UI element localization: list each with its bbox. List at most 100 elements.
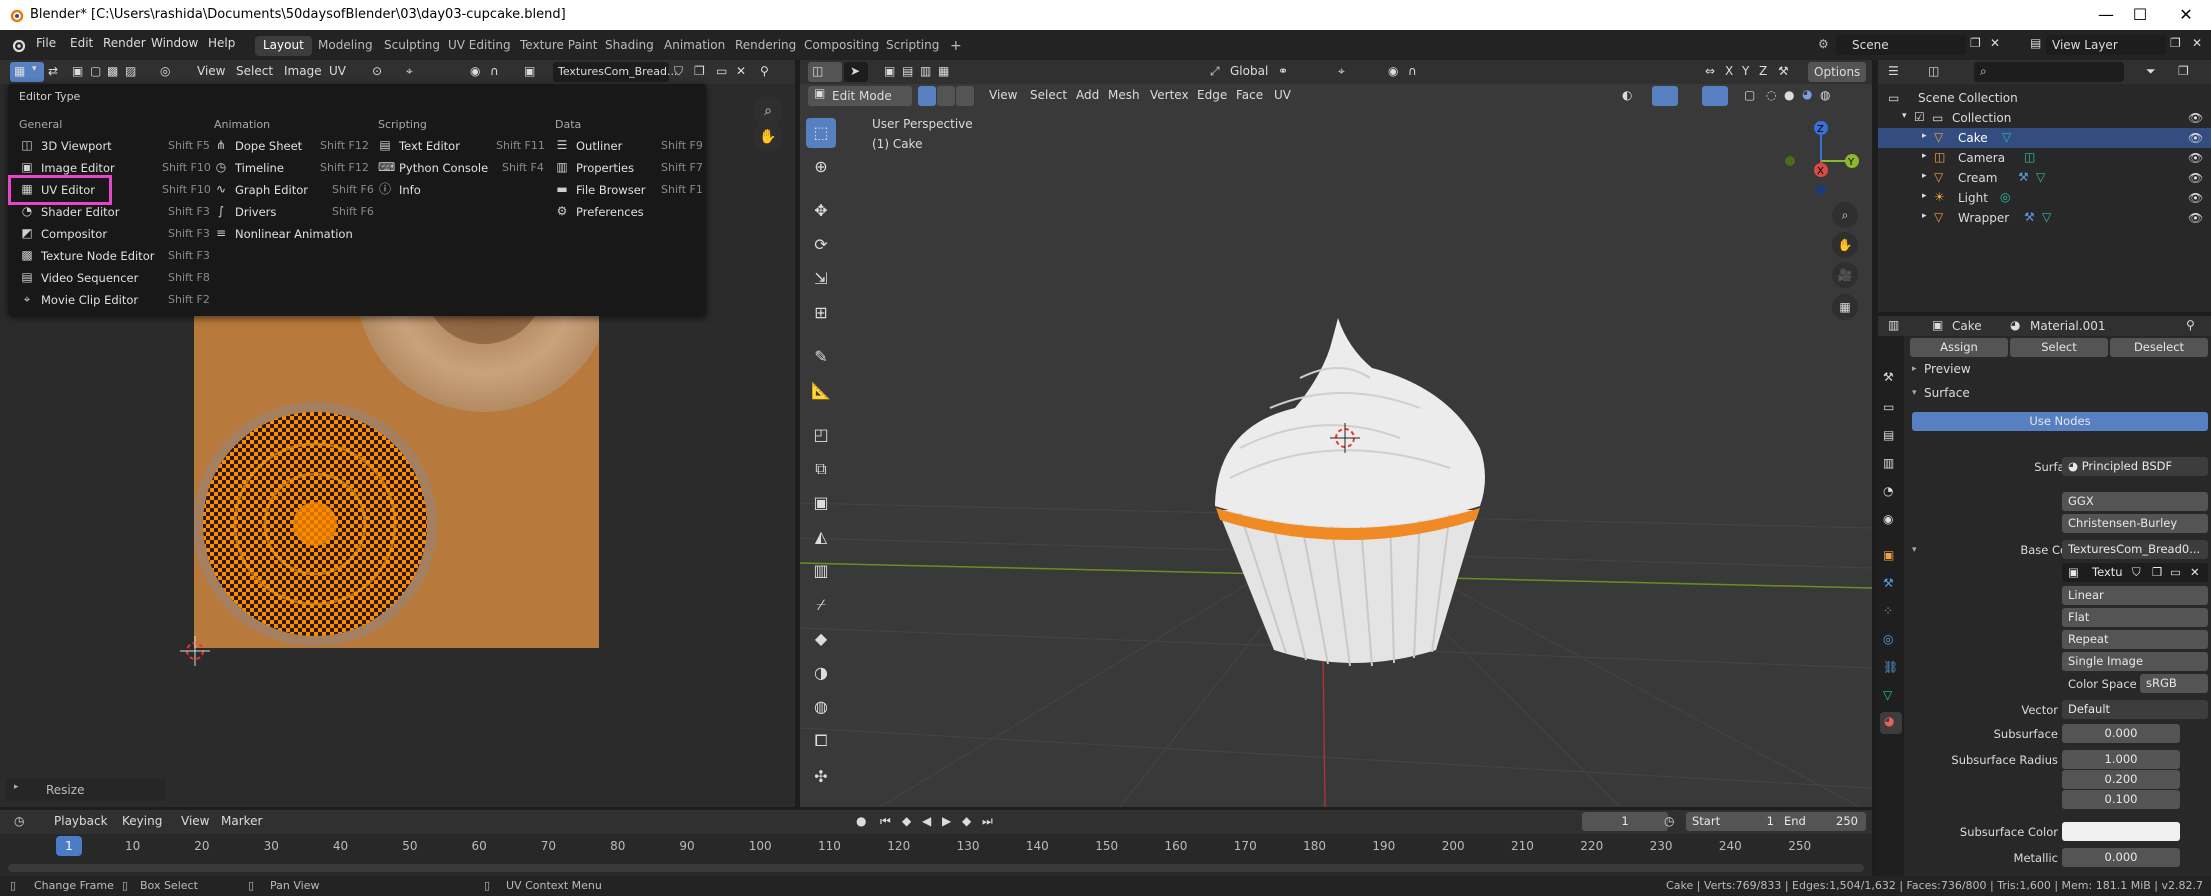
eye-icon[interactable]: 👁	[2188, 151, 2203, 165]
projection-dropdown[interactable]: Flat	[2062, 608, 2208, 627]
pan-hand-icon[interactable]: ✋	[1832, 232, 1858, 258]
edge-select-icon[interactable]: ▢	[90, 64, 101, 78]
close-button[interactable]: ✕	[2166, 4, 2206, 26]
image-source-dropdown[interactable]: Single Image	[2062, 652, 2208, 671]
assign-button[interactable]: Assign	[1910, 338, 2008, 357]
frame-start-field[interactable]: Start 1	[1686, 812, 1782, 831]
view-layer-tab-icon[interactable]: ▥	[1883, 456, 1894, 470]
outliner-row-scene-collection[interactable]: ▭ Scene Collection	[1878, 88, 2211, 108]
editor-type-button[interactable]: ▦ ▾	[10, 62, 44, 82]
falloff-icon[interactable]: ∩	[1408, 64, 1417, 78]
menu-item-preferences[interactable]: ⚙ Preferences	[555, 202, 703, 222]
vp-menu-vertex[interactable]: Vertex	[1150, 88, 1189, 102]
visibility-icon[interactable]: ◐	[1622, 88, 1632, 102]
subsurface-method-dropdown[interactable]: Christensen-Burley	[2062, 514, 2208, 533]
tool-edge-slide[interactable]: ⧠	[806, 726, 836, 756]
frame-end-field[interactable]: End 250	[1778, 812, 1866, 831]
tool-measure[interactable]: 📐	[806, 376, 836, 406]
menu-item-outliner[interactable]: ☰ Outliner Shift F9	[555, 136, 703, 156]
2d-cursor-icon[interactable]	[180, 636, 210, 666]
menu-help[interactable]: Help	[208, 36, 235, 50]
outliner-row-collection[interactable]: ▾ ☑ ▭ Collection 👁	[1878, 108, 2211, 128]
subsurface-color-swatch[interactable]	[2062, 822, 2180, 841]
preview-panel-header[interactable]: Preview	[1924, 362, 1971, 376]
scene-selector[interactable]: Scene	[1836, 35, 1966, 55]
tab-animation[interactable]: Animation	[656, 36, 733, 56]
cupcake-model[interactable]	[1215, 318, 1485, 667]
xray-icon[interactable]: ▢	[1744, 88, 1755, 102]
physics-tab-icon[interactable]: ◎	[1883, 632, 1893, 646]
timeline-icon[interactable]: ◷	[14, 814, 24, 828]
distribution-dropdown[interactable]: GGX	[2062, 492, 2208, 511]
face-select-icon[interactable]: ▩	[107, 64, 118, 78]
image-browse-icon[interactable]: ▣	[524, 64, 535, 78]
tool-move[interactable]: ✥	[806, 196, 836, 226]
metallic-value-field[interactable]: 0.000	[2062, 848, 2180, 867]
wrench-icon[interactable]: ⚒	[1778, 64, 1789, 78]
menu-item-nonlinear-animation[interactable]: ≡ Nonlinear Animation	[214, 224, 374, 244]
tool-smooth[interactable]: ◍	[806, 692, 836, 722]
tool-shrink-fatten[interactable]: ✣	[806, 762, 836, 792]
image-datablock-selector[interactable]: ▣ Textu ⛉ ❐ ▭ ✕	[2062, 563, 2208, 582]
vp-menu-select[interactable]: Select	[1030, 88, 1067, 102]
output-tab-icon[interactable]: ▤	[1883, 428, 1894, 442]
menu-item-video-sequencer[interactable]: ▤ Video Sequencer Shift F8	[20, 268, 210, 288]
menu-item-python-console[interactable]: ⌨ Python Console Shift F4	[378, 158, 548, 178]
viewport-editor-type-button[interactable]: ◫	[808, 62, 842, 82]
shading-wireframe-icon[interactable]: ◌	[1766, 88, 1776, 102]
pan-hand-icon[interactable]: ✋	[753, 122, 783, 152]
proportional-edit-icon[interactable]: ◉	[1388, 64, 1398, 78]
proportional-icon[interactable]: ◉	[470, 64, 480, 78]
menu-item-timeline[interactable]: ◷ Timeline Shift F12	[214, 158, 374, 178]
vp-menu-face[interactable]: Face	[1236, 88, 1263, 102]
menu-item-drivers[interactable]: ∫ Drivers Shift F6	[214, 202, 374, 222]
properties-icon[interactable]: ▥	[1888, 318, 1899, 332]
vp-menu-uv[interactable]: UV	[1274, 88, 1291, 102]
menu-file[interactable]: File	[36, 36, 56, 50]
world-tab-icon[interactable]: ◉	[1883, 512, 1893, 526]
add-workspace-button[interactable]: +	[942, 36, 970, 56]
use-nodes-button[interactable]: Use Nodes	[1912, 412, 2208, 431]
options-dropdown[interactable]: Options	[1808, 62, 1866, 82]
new-image-icon[interactable]: ❐	[2152, 565, 2162, 579]
shading-rendered-icon[interactable]: ◍	[1820, 88, 1830, 102]
outliner-search-input[interactable]: ⌕	[1974, 62, 2124, 82]
menu-item-compositor[interactable]: ◩ Compositor Shift F3	[20, 224, 210, 244]
tool-annotate[interactable]: ✎	[806, 342, 836, 372]
transform-orientation-dropdown[interactable]: Global	[1230, 64, 1268, 78]
constraints-tab-icon[interactable]: ⛓	[1883, 660, 1898, 674]
surface-shader-field[interactable]: ◕ Principled BSDF	[2062, 457, 2208, 476]
menu-item-file-browser[interactable]: ▬ File Browser Shift F1	[555, 180, 703, 200]
material-tab-active[interactable]: ◕	[1880, 712, 1902, 734]
filter-icon[interactable]: ⏷	[2146, 64, 2156, 79]
jump-end-icon[interactable]: ⏭	[982, 814, 993, 829]
tool-rotate[interactable]: ⟳	[806, 230, 836, 260]
eye-icon[interactable]: 👁	[2188, 131, 2203, 145]
vertex-select-icon[interactable]: ▣	[72, 64, 83, 78]
color-space-dropdown[interactable]: sRGB	[2140, 674, 2208, 693]
display-mode-icon[interactable]: ◫	[1928, 64, 1939, 78]
sync-select-icon[interactable]: ⇄	[48, 64, 58, 78]
navigation-gizmo[interactable]: Z Y X	[1776, 116, 1866, 206]
camera-view-icon[interactable]: 🎥	[1832, 262, 1858, 288]
resize-operator-panel[interactable]: ▸ Resize	[6, 779, 166, 801]
fake-user-icon[interactable]: ⛉	[2132, 565, 2141, 580]
scene-tab-icon[interactable]: ◔	[1883, 484, 1893, 498]
menu-window[interactable]: Window	[151, 36, 198, 50]
vertex-select-mode-button[interactable]	[918, 86, 936, 106]
surface-panel-header[interactable]: Surface	[1924, 386, 1970, 400]
unlink-icon[interactable]: ✕	[2190, 565, 2200, 579]
tool-extrude[interactable]: ⧉	[806, 454, 836, 484]
current-frame-field[interactable]: 1	[1582, 812, 1668, 831]
uv-menu-uv[interactable]: UV	[329, 64, 346, 78]
base-color-texture-field[interactable]: TexturesCom_Bread0...	[2062, 540, 2208, 559]
eye-icon[interactable]: 👁	[2188, 171, 2203, 185]
edge-select-mode-button[interactable]	[937, 86, 955, 106]
particles-tab-icon[interactable]: ⁘	[1883, 604, 1893, 618]
frame-ruler[interactable]: 1102030405060708090100110120130140150160…	[0, 834, 1872, 862]
perspective-grid-icon[interactable]: ▦	[1832, 294, 1858, 320]
outliner-row-wrapper[interactable]: ▸ ▽ Wrapper ⚒ ▽ 👁	[1878, 208, 2211, 228]
tool-spin[interactable]: ◑	[806, 658, 836, 688]
vp-menu-edge[interactable]: Edge	[1197, 88, 1227, 102]
shading-material-icon[interactable]: ◕	[1802, 87, 1812, 101]
